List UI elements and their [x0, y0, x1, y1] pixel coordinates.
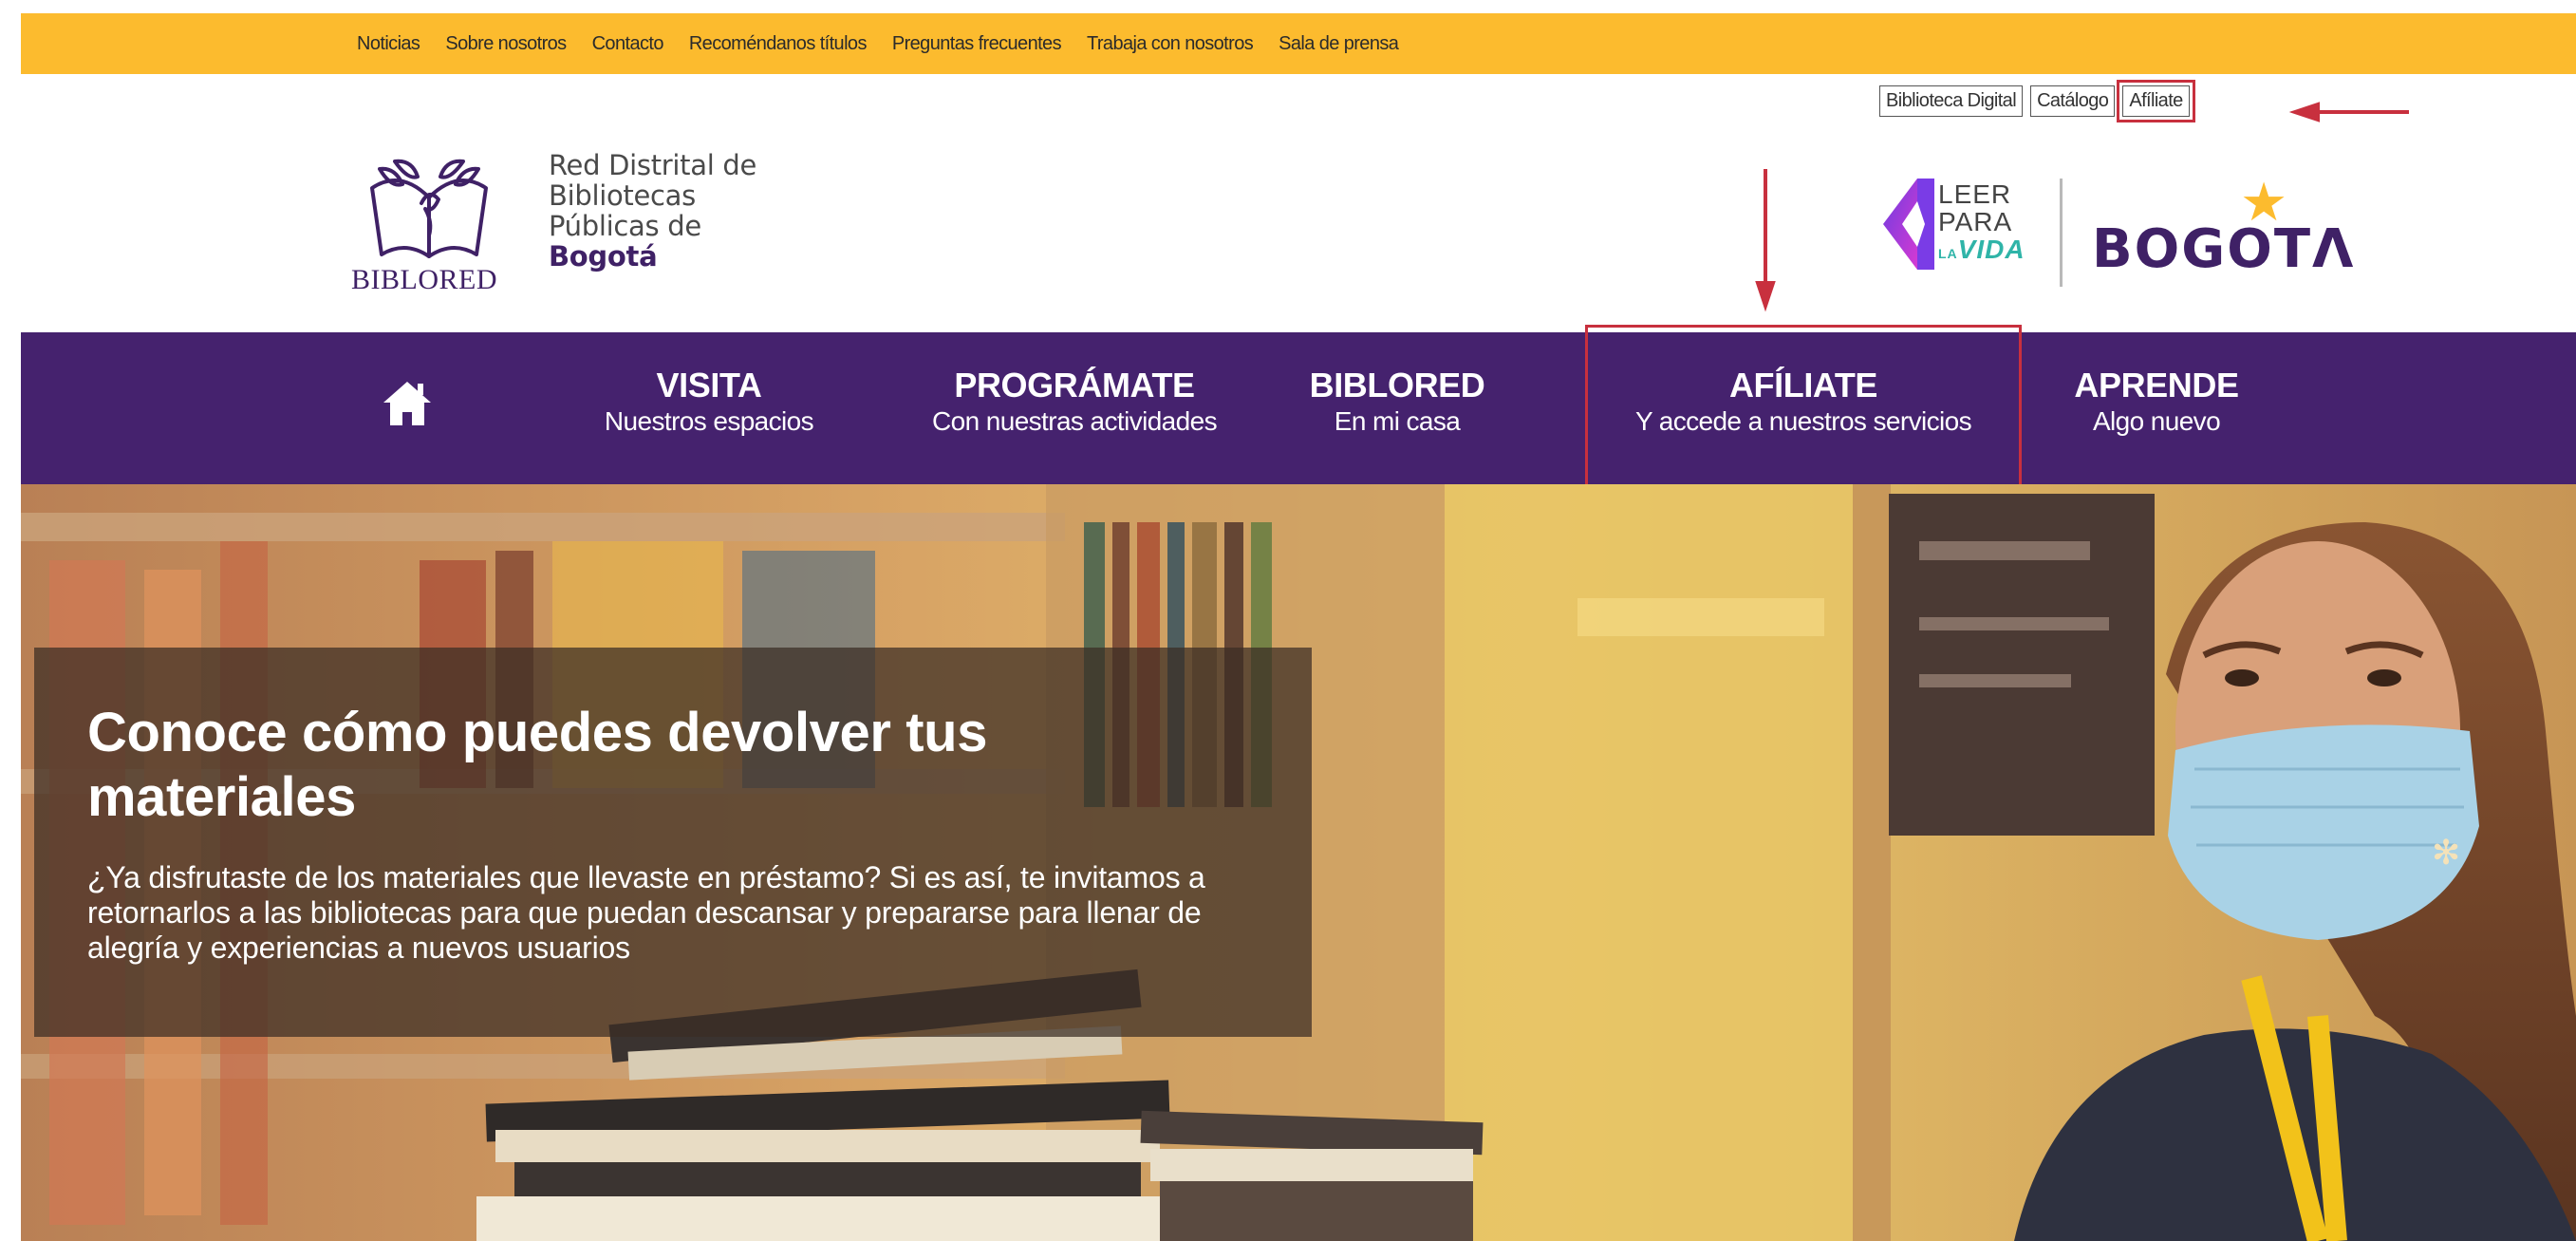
org-name: Red Distrital de Bibliotecas Públicas de… — [549, 150, 756, 272]
home-icon[interactable] — [382, 378, 433, 427]
catalogo-button[interactable]: Catálogo — [2030, 85, 2116, 117]
nav-item-title: APRENDE — [2074, 366, 2239, 404]
top-link-trabaja[interactable]: Trabaja con nosotros — [1087, 33, 1254, 55]
org-city: Bogotá — [549, 240, 658, 273]
vida-text: VIDA — [1957, 235, 2025, 264]
afiliate-button[interactable]: Afíliate — [2117, 80, 2195, 122]
biblioteca-digital-button[interactable]: Biblioteca Digital — [1879, 85, 2024, 117]
hero-caption: Conoce cómo puedes devolver tus material… — [34, 648, 1312, 1037]
main-nav: VISITA Nuestros espacios PROGRÁMATE Con … — [21, 325, 2576, 492]
vida-line: LAVIDA — [1938, 235, 2025, 268]
top-utility-bar: Noticias Sobre nosotros Contacto Recomén… — [21, 13, 2576, 74]
afiliate-highlight-box — [1585, 325, 2022, 492]
hero-banner[interactable]: ✻ Conoce cómo puedes devolver tus materi… — [21, 484, 2576, 1241]
nav-item-biblored[interactable]: BIBLORED En mi casa — [1293, 367, 1502, 439]
nav-item-subtitle: Nuestros espacios — [604, 406, 814, 436]
leer-para-vida-text: LEER PARA LAVIDA — [1938, 180, 2025, 268]
nav-item-programate[interactable]: PROGRÁMATE Con nuestras actividades — [904, 367, 1245, 439]
top-link-contacto[interactable]: Contacto — [592, 33, 664, 55]
site-header: BIBLORED Red Distrital de Bibliotecas Pú… — [21, 74, 2576, 332]
nav-item-subtitle: Con nuestras actividades — [932, 406, 1218, 436]
top-link-sala-prensa[interactable]: Sala de prensa — [1279, 33, 1399, 55]
biblored-wordmark: BIBLORED — [351, 264, 497, 295]
nav-item-subtitle: En mi casa — [1334, 406, 1461, 436]
utility-buttons: Biblioteca Digital Catálogo Afíliate — [1879, 80, 2195, 122]
top-link-sobre-nosotros[interactable]: Sobre nosotros — [445, 33, 567, 55]
top-link-recomiendanos[interactable]: Recoméndanos títulos — [689, 33, 868, 55]
hero-title[interactable]: Conoce cómo puedes devolver tus material… — [87, 701, 1179, 830]
org-name-line: Red Distrital de — [549, 149, 757, 181]
logo-divider — [2060, 179, 2063, 287]
svg-text:✻: ✻ — [2432, 834, 2460, 873]
nav-item-title: BIBLORED — [1309, 366, 1485, 404]
nav-item-aprende[interactable]: APRENDE Algo nuevo — [2052, 367, 2261, 439]
leer-line: LEER — [1938, 179, 2012, 209]
top-link-noticias[interactable]: Noticias — [357, 33, 420, 55]
top-links: Noticias Sobre nosotros Contacto Recomén… — [357, 13, 1424, 74]
nav-item-title: PROGRÁMATE — [954, 366, 1195, 404]
bogota-logo: BOGOTΛ — [2092, 218, 2356, 280]
nav-item-visita[interactable]: VISITA Nuestros espacios — [557, 367, 861, 439]
org-name-line: Públicas de — [549, 210, 701, 242]
para-line: PARA — [1938, 207, 2013, 236]
nav-item-subtitle: Algo nuevo — [2092, 406, 2221, 436]
top-link-preguntas[interactable]: Preguntas frecuentes — [892, 33, 1062, 55]
org-name-line: Bibliotecas — [549, 179, 696, 212]
nav-item-title: VISITA — [656, 366, 762, 404]
hero-text: ¿Ya disfrutaste de los materiales que ll… — [87, 860, 1205, 965]
la-text: LA — [1938, 246, 1958, 261]
